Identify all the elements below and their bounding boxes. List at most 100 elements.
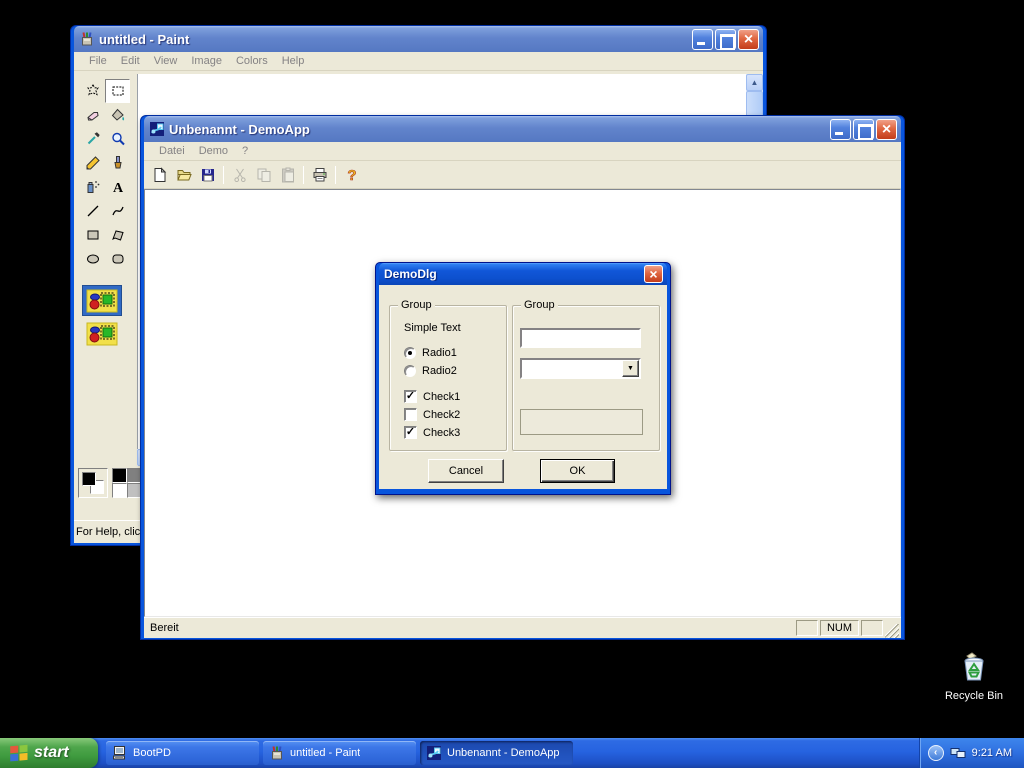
demodlg-dialog: DemoDlg Group Simple Text Radio1Radio2 ✓… (375, 262, 671, 495)
paint-tool-eraser[interactable] (80, 103, 105, 127)
cancel-button[interactable]: Cancel (428, 459, 504, 483)
text-input[interactable] (520, 328, 641, 348)
paint-close-icon[interactable] (738, 29, 759, 50)
radio-group: Radio1 Radio2 (404, 346, 457, 377)
svg-text:?: ? (347, 167, 356, 183)
network-icon[interactable] (950, 745, 966, 761)
paint-tool-freeform-select[interactable] (80, 79, 105, 103)
left-groupbox-label: Group (398, 299, 435, 311)
demoapp-status-text: Bereit (146, 622, 794, 634)
clock: 9:21 AM (972, 747, 1012, 759)
paint-menu-edit[interactable]: Edit (114, 53, 147, 69)
paint-tool-rounded-rectangle[interactable] (105, 247, 130, 271)
paint-maximize-icon[interactable] (715, 29, 736, 50)
demodlg-titlebar[interactable]: DemoDlg (379, 263, 667, 285)
paint-menu-colors[interactable]: Colors (229, 53, 275, 69)
radio-radio1[interactable]: Radio1 (404, 346, 457, 359)
toolbar-new-button[interactable] (148, 164, 171, 186)
toolbar-help-button[interactable]: ? (340, 164, 363, 186)
checkbox-icon[interactable]: ✓ (404, 390, 417, 403)
combo-value (522, 360, 622, 377)
paint-tool-color-picker[interactable] (80, 127, 105, 151)
checkbox-icon[interactable] (404, 408, 417, 421)
paint-titlebar[interactable]: untitled - Paint (74, 26, 763, 52)
checkbox-label: Check2 (423, 409, 460, 421)
demoapp-maximize-icon[interactable] (853, 119, 874, 140)
paint-tool-ellipse[interactable] (80, 247, 105, 271)
paint-color-palette (112, 468, 142, 498)
windows-flag-icon (9, 742, 29, 765)
radio-radio2[interactable]: Radio2 (404, 364, 457, 377)
paint-tool-rectangle[interactable] (80, 223, 105, 247)
option-opaque-selection[interactable] (82, 285, 122, 316)
paint-tool-brush[interactable] (105, 151, 130, 175)
paint-menu-image[interactable]: Image (184, 53, 229, 69)
paint-tool-curve[interactable] (105, 199, 130, 223)
tray-chevron-icon[interactable]: ‹ (928, 745, 944, 761)
toolbar-print-button[interactable] (308, 164, 331, 186)
demoapp-close-icon[interactable] (876, 119, 897, 140)
demoapp-titlebar[interactable]: Unbenannt - DemoApp (144, 116, 901, 142)
paint-tool-rect-select[interactable] (105, 79, 130, 103)
task-button-label: BootPD (133, 747, 171, 759)
paint-tool-text[interactable]: A (105, 175, 130, 199)
paint-tool-pencil[interactable] (80, 151, 105, 175)
toolbar-save-button[interactable] (196, 164, 219, 186)
ok-button[interactable]: OK (540, 459, 615, 483)
desktop-icon-recycle-bin[interactable]: Recycle Bin (932, 650, 1016, 702)
demoapp-statusbar: Bereit NUM (144, 617, 901, 638)
task-button-bootpd[interactable]: BootPD (106, 741, 259, 765)
demoapp-menu-datei[interactable]: Datei (152, 143, 192, 159)
checkbox-label: Check1 (423, 391, 460, 403)
right-groupbox-label: Group (521, 299, 558, 311)
checkbox-check1[interactable]: ✓ Check1 (404, 390, 460, 403)
paint-tool-options (80, 285, 124, 349)
checkbox-check2[interactable]: Check2 (404, 408, 460, 421)
paste-icon (280, 167, 296, 183)
scroll-up-icon[interactable]: ▲ (746, 74, 763, 91)
system-tray: ‹ 9:21 AM (919, 738, 1024, 768)
demoapp-menu-demo[interactable]: Demo (192, 143, 235, 159)
chevron-down-icon[interactable]: ▼ (622, 360, 639, 377)
pencil-icon (85, 155, 101, 171)
paint-minimize-icon[interactable] (692, 29, 713, 50)
paint-tool-line[interactable] (80, 199, 105, 223)
demoapp-minimize-icon[interactable] (830, 119, 851, 140)
checkbox-label: Check3 (423, 427, 460, 439)
palette-swatch[interactable] (112, 468, 127, 483)
checkbox-icon[interactable]: ✓ (404, 426, 417, 439)
paint-menu-view[interactable]: View (147, 53, 185, 69)
demodlg-close-icon[interactable] (644, 265, 663, 283)
paint-tool-airbrush[interactable] (80, 175, 105, 199)
resize-grip[interactable] (885, 624, 899, 638)
paint-menu-help[interactable]: Help (275, 53, 312, 69)
paint-menu-file[interactable]: File (82, 53, 114, 69)
task-button-label: untitled - Paint (290, 747, 360, 759)
task-button-unbenannt-demoapp[interactable]: Unbenannt - DemoApp (420, 741, 573, 765)
rounded-rectangle-icon (110, 251, 126, 267)
demoapp-icon (426, 745, 442, 761)
paint-tool-polygon[interactable] (105, 223, 130, 247)
demoapp-menu-help[interactable]: ? (235, 143, 255, 159)
paint-status-text: For Help, click (76, 526, 146, 538)
checkbox-check3[interactable]: ✓ Check3 (404, 426, 460, 439)
left-groupbox: Group Simple Text Radio1Radio2 ✓Check1Ch… (389, 305, 507, 451)
palette-swatch[interactable] (112, 483, 127, 498)
radio-button-icon[interactable] (404, 365, 416, 377)
paint-tool-fill[interactable] (105, 103, 130, 127)
paint-menubar: FileEditViewImageColorsHelp (74, 52, 763, 71)
right-groupbox: Group ▼ (512, 305, 660, 451)
paint-toolbox: A (74, 71, 137, 520)
paint-tool-magnifier[interactable] (105, 127, 130, 151)
paint-window-title: untitled - Paint (99, 32, 688, 47)
paint-app-icon (79, 31, 95, 47)
svg-text:A: A (112, 181, 123, 195)
start-button[interactable]: start (0, 738, 98, 768)
radio-button-icon[interactable] (404, 347, 416, 359)
rectangle-icon (85, 227, 101, 243)
option-transparent-selection[interactable] (82, 318, 122, 349)
task-button-untitled-paint[interactable]: untitled - Paint (263, 741, 416, 765)
cut-icon (232, 167, 248, 183)
toolbar-open-button[interactable] (172, 164, 195, 186)
combo-box[interactable]: ▼ (520, 358, 641, 379)
